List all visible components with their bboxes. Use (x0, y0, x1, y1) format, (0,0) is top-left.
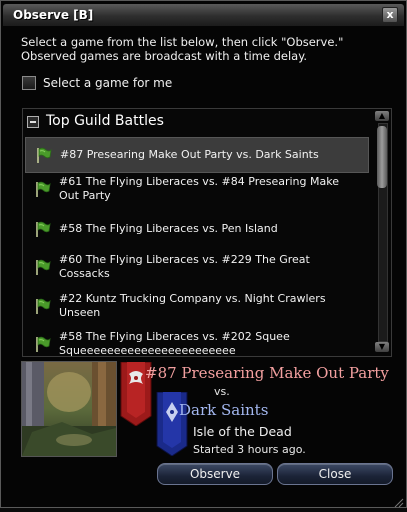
team2-name: Dark Saints (179, 401, 269, 419)
game-list-item-label: #87 Presearing Make Out Party vs. Dark S… (60, 148, 360, 162)
game-list-item[interactable]: #22 Kuntz Trucking Company vs. Night Cra… (25, 289, 367, 323)
scrollbar[interactable]: ▲ ▼ (374, 111, 390, 352)
game-matchup-line1: #58 The Flying Liberaces vs. #202 Squee (59, 330, 290, 343)
green-flag-icon (33, 258, 51, 276)
game-list-item-label: #22 Kuntz Trucking Company vs. Night Cra… (59, 292, 359, 320)
game-matchup-line2: Cossacks (59, 267, 110, 280)
close-button[interactable]: Close (277, 463, 393, 485)
game-list-panel: Top Guild Battles #87 Presearing Make Ou… (22, 108, 392, 357)
window-title: Observe [B] (13, 8, 94, 22)
game-matchup-line1: #58 The Flying Liberaces vs. Pen Island (59, 222, 278, 235)
green-flag-icon (33, 335, 51, 353)
game-list-item[interactable]: #60 The Flying Liberaces vs. #229 The Gr… (25, 250, 367, 284)
green-flag-icon (33, 297, 51, 315)
observe-window: Observe [B] x Select a game from the lis… (0, 0, 407, 508)
started-time: Started 3 hours ago. (193, 443, 306, 456)
game-list-item-label: #58 The Flying Liberaces vs. #202 Squee S… (59, 330, 359, 357)
instructions: Select a game from the list below, then … (21, 35, 391, 63)
versus-label: vs. (214, 385, 230, 398)
scroll-thumb[interactable] (377, 126, 387, 188)
game-list-item-label: #60 The Flying Liberaces vs. #229 The Gr… (59, 253, 359, 281)
scroll-down-arrow-icon[interactable]: ▼ (375, 342, 389, 352)
game-matchup-line1: #22 Kuntz Trucking Company vs. Night Cra… (59, 292, 326, 305)
game-list-item[interactable]: #87 Presearing Make Out Party vs. Dark S… (25, 137, 369, 173)
game-matchup-line1: #60 The Flying Liberaces vs. #229 The Gr… (59, 253, 310, 266)
game-matchup-line1: #87 Presearing Make Out Party vs. Dark S… (60, 148, 319, 161)
instructions-line-1: Select a game from the list below, then … (21, 35, 344, 49)
game-matchup-line2: Unseen (59, 306, 101, 319)
observe-button[interactable]: Observe (157, 463, 273, 485)
title-bar[interactable]: Observe [B] x (3, 4, 404, 26)
resize-grip-icon[interactable] (392, 493, 404, 508)
game-list-item[interactable]: #61 The Flying Liberaces vs. #84 Presear… (25, 172, 367, 206)
list-title: Top Guild Battles (46, 113, 164, 129)
collapse-icon[interactable] (27, 116, 39, 128)
close-window-button[interactable]: x (382, 7, 398, 23)
map-preview-image (21, 361, 117, 457)
game-list-item[interactable]: #58 The Flying Liberaces vs. #202 Squee S… (25, 327, 367, 357)
game-list-item-label: #58 The Flying Liberaces vs. Pen Island (59, 222, 359, 236)
instructions-line-2: Observed games are broadcast with a time… (21, 49, 308, 63)
game-matchup-line2: Out Party (59, 189, 111, 202)
green-flag-icon (33, 220, 51, 238)
game-matchup-line2: Squeeeeeeeeeeeeeeeeeeeeeee (59, 344, 236, 357)
green-flag-icon (33, 180, 51, 198)
map-name: Isle of the Dead (193, 424, 292, 439)
green-flag-icon (34, 146, 52, 164)
team1-name: #87 Presearing Make Out Party (145, 364, 389, 382)
scroll-up-arrow-icon[interactable]: ▲ (375, 111, 389, 121)
select-game-for-me-checkbox[interactable] (22, 76, 36, 90)
game-matchup-line1: #61 The Flying Liberaces vs. #84 Presear… (59, 175, 339, 188)
game-list-item[interactable]: #58 The Flying Liberaces vs. Pen Island (25, 212, 367, 246)
game-list-item-label: #61 The Flying Liberaces vs. #84 Presear… (59, 175, 359, 203)
select-game-for-me-label: Select a game for me (43, 76, 173, 90)
